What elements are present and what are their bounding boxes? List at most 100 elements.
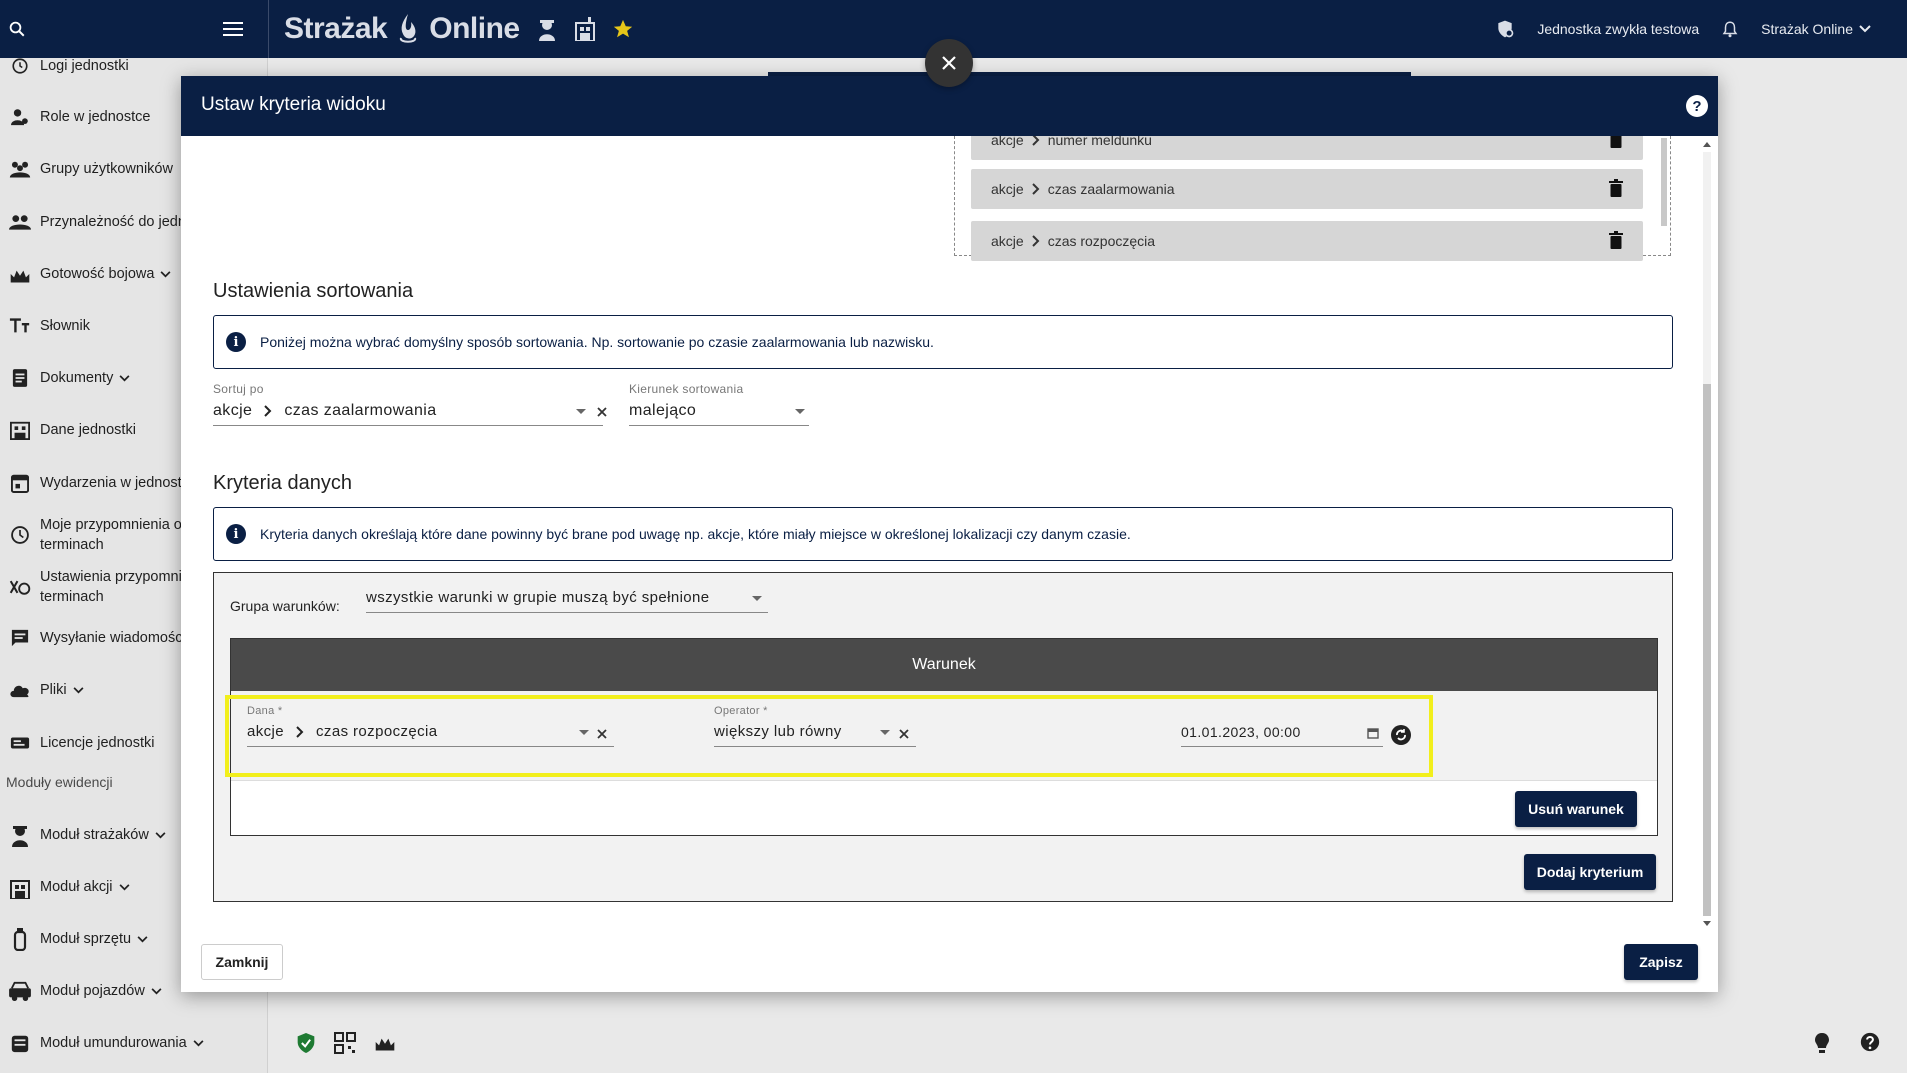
- bottom-bar: [268, 1020, 1907, 1073]
- calendar-icon: [0, 473, 40, 493]
- chevron-down-icon: [137, 935, 148, 942]
- shield-check-icon[interactable]: [296, 1032, 316, 1054]
- action-module-icon: [0, 875, 40, 899]
- close-icon: [942, 56, 956, 70]
- group-mode-select[interactable]: wszystkie warunki w grupie muszą być spe…: [366, 583, 768, 613]
- dropdown-caret-icon[interactable]: [576, 409, 586, 414]
- document-icon: [0, 368, 40, 388]
- lightbulb-icon[interactable]: [1814, 1032, 1830, 1054]
- message-icon: [0, 629, 40, 647]
- modal-scrollbar[interactable]: [1700, 140, 1712, 928]
- chevron-down-icon: [151, 987, 162, 994]
- dropdown-caret-icon[interactable]: [752, 596, 762, 601]
- brand-text-left: Strażak: [284, 12, 388, 45]
- close-modal-button[interactable]: [925, 39, 973, 87]
- alarm-settings-icon: [0, 577, 40, 597]
- flame-icon: [400, 14, 417, 43]
- dropdown-caret-icon[interactable]: [795, 409, 805, 414]
- sidebar-item-label: Pliki: [40, 682, 67, 698]
- modal-title: Ustaw kryteria widoku: [201, 94, 386, 115]
- dropdown-caret-icon[interactable]: [880, 730, 890, 735]
- sort-by-field: czas zaalarmowania: [284, 401, 437, 419]
- field-chip[interactable]: akcje numer meldunku: [971, 136, 1643, 160]
- sidebar-item-label: Moduł umundurowania: [40, 1035, 187, 1051]
- search-icon[interactable]: [0, 0, 34, 58]
- sort-info-text: Poniżej można wybrać domyślny sposób sor…: [260, 334, 934, 350]
- trash-icon[interactable]: [1609, 179, 1623, 197]
- clear-icon[interactable]: [899, 729, 909, 739]
- remove-condition-button[interactable]: Usuń warunek: [1515, 791, 1637, 827]
- trash-icon[interactable]: [1609, 231, 1623, 249]
- scroll-down-icon[interactable]: [1702, 920, 1712, 928]
- bell-icon[interactable]: [1721, 19, 1739, 39]
- sidebar-item-label: Przynależność do jedn: [40, 214, 186, 230]
- close-button[interactable]: Zamknij: [201, 944, 283, 980]
- help-icon[interactable]: ?: [1686, 95, 1708, 117]
- fire-station-icon: [574, 17, 595, 41]
- chip-list-scrollbar[interactable]: [1661, 138, 1667, 226]
- brand-logo[interactable]: Strażak Online: [284, 8, 634, 50]
- sort-direction-select[interactable]: malejąco: [629, 396, 809, 426]
- sidebar-item-label: Moje przypomnienia o: [40, 517, 182, 533]
- sort-by-label: Sortuj po: [213, 382, 264, 396]
- star-icon[interactable]: [612, 18, 634, 40]
- field-chip[interactable]: akcje czas zaalarmowania: [971, 169, 1643, 209]
- help-icon[interactable]: [1860, 1032, 1880, 1052]
- modal-body: akcje numer meldunku akcje czas zaalarmo…: [181, 136, 1718, 932]
- operator-select[interactable]: większy lub równy: [714, 717, 916, 747]
- calendar-icon[interactable]: [1367, 727, 1379, 739]
- chevron-right-icon: [1031, 183, 1040, 195]
- chip-entity: akcje: [991, 181, 1024, 197]
- user-name: Strażak Online: [1761, 21, 1853, 37]
- sidebar-item-label: Grupy użytkowników: [40, 161, 173, 177]
- date-input[interactable]: 01.01.2023, 00:00: [1181, 717, 1383, 747]
- chevron-down-icon: [193, 1039, 204, 1046]
- dana-select[interactable]: akcje czas rozpoczęcia: [247, 717, 614, 747]
- sidebar-module-uniforms[interactable]: Moduł umundurowania: [0, 1030, 268, 1056]
- sidebar-item-label-group: Ustawienia przypomni terminach: [40, 567, 182, 607]
- sort-by-select[interactable]: akcje czas zaalarmowania: [213, 396, 603, 426]
- license-icon: [0, 735, 40, 751]
- sidebar-item-label-2: terminach: [40, 537, 104, 553]
- criteria-section-title: Kryteria danych: [213, 472, 352, 494]
- clear-icon[interactable]: [597, 729, 607, 739]
- qr-code-icon[interactable]: [334, 1032, 356, 1054]
- sidebar-item-label: Słownik: [40, 318, 90, 334]
- vehicle-icon: [0, 981, 40, 1001]
- selected-fields-list: akcje numer meldunku akcje czas zaalarmo…: [954, 136, 1671, 261]
- cloud-icon: [0, 682, 40, 698]
- save-button[interactable]: Zapisz: [1624, 944, 1698, 980]
- chevron-right-icon: [296, 725, 304, 738]
- hamburger-menu-icon[interactable]: [218, 14, 248, 44]
- chevron-down-icon: [155, 831, 166, 838]
- refresh-icon[interactable]: [1391, 725, 1411, 745]
- scrollbar-thumb[interactable]: [1703, 384, 1711, 916]
- condition-header: Warunek: [231, 639, 1657, 691]
- trash-icon[interactable]: [1609, 136, 1623, 148]
- sidebar-item-label: Moduł sprzętu: [40, 931, 132, 947]
- sidebar-item-label-group: Moje przypomnienia o terminach: [40, 515, 182, 555]
- firefighter-icon: [0, 265, 40, 283]
- sort-section-title: Ustawienia sortowania: [213, 280, 414, 302]
- chip-field: numer meldunku: [1047, 136, 1152, 148]
- operator-label: Operator *: [714, 705, 768, 717]
- sidebar-item-logs[interactable]: Logi jednostki: [0, 54, 268, 78]
- topbar-right: Jednostka zwykła testowa Strażak Online: [1495, 0, 1907, 58]
- sidebar-item-label: Ustawienia przypomni: [40, 569, 182, 585]
- dropdown-caret-icon[interactable]: [579, 730, 589, 735]
- dana-entity: akcje: [247, 723, 285, 740]
- field-chip[interactable]: akcje czas rozpoczęcia: [971, 221, 1643, 261]
- condition-row: Dana * akcje czas rozpoczęcia Operator *…: [231, 691, 1657, 781]
- add-criterion-button[interactable]: Dodaj kryterium: [1524, 854, 1656, 890]
- dana-label: Dana *: [247, 705, 283, 717]
- readiness-icon[interactable]: [374, 1032, 396, 1052]
- criteria-group: Grupa warunków: wszystkie warunki w grup…: [213, 572, 1673, 902]
- unit-name[interactable]: Jednostka zwykła testowa: [1537, 21, 1699, 37]
- uniform-icon: [0, 1032, 40, 1054]
- clear-icon[interactable]: [597, 407, 607, 417]
- scroll-up-icon[interactable]: [1702, 140, 1712, 148]
- user-menu[interactable]: Strażak Online: [1761, 21, 1871, 37]
- sidebar-item-label: Gotowość bojowa: [40, 266, 155, 282]
- shield-settings-icon[interactable]: [1495, 19, 1515, 39]
- date-value: 01.01.2023, 00:00: [1181, 723, 1301, 740]
